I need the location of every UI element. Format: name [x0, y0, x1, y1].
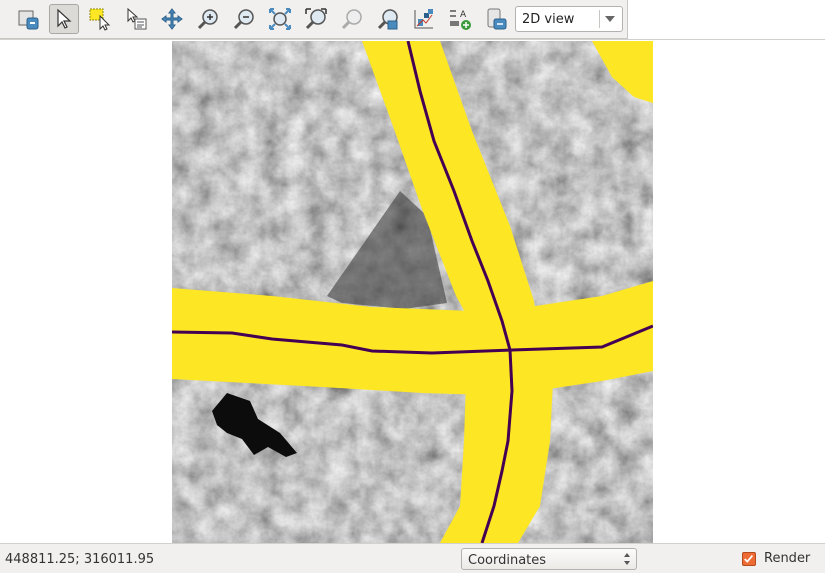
pan-select-tool-button[interactable]	[49, 4, 79, 34]
select-features-button[interactable]	[85, 4, 115, 34]
checkmark-icon	[744, 555, 754, 563]
map-tips-button[interactable]	[481, 4, 511, 34]
zoom-layer-button[interactable]	[301, 4, 331, 34]
zoom-out-button[interactable]	[229, 4, 259, 34]
zoom-last-button[interactable]	[373, 4, 403, 34]
zoom-in-button[interactable]	[193, 4, 223, 34]
status-bar: 448811.25; 316011.95 Coordinates Render	[0, 543, 825, 573]
pan-button[interactable]	[157, 4, 187, 34]
render-label: Render	[764, 551, 811, 566]
pan-icon	[161, 8, 183, 30]
map-theme-button[interactable]	[409, 4, 439, 34]
label-icon: A	[450, 10, 471, 30]
map-theme-icon	[414, 9, 433, 29]
map-toolbar: A 2D view	[0, 0, 628, 39]
identify-button[interactable]	[121, 4, 151, 34]
status-display-mode-select[interactable]: Coordinates	[461, 548, 637, 570]
zoom-last-icon	[377, 9, 398, 30]
status-display-mode-value: Coordinates	[468, 553, 547, 568]
svg-text:A: A	[460, 10, 467, 20]
zoom-full-button[interactable]	[13, 4, 43, 34]
select-features-icon	[89, 8, 111, 31]
map-tips-icon	[487, 8, 507, 30]
spin-arrows-icon	[624, 553, 630, 565]
pan-select-arrow-icon	[57, 8, 72, 29]
coordinates-readout: 448811.25; 316011.95	[5, 552, 155, 567]
view-mode-select[interactable]: 2D view	[515, 6, 623, 32]
chevron-down-icon	[605, 16, 615, 22]
raster-map-view[interactable]	[172, 41, 653, 543]
view-mode-value: 2D view	[522, 12, 575, 27]
zoom-selection-icon	[341, 9, 362, 30]
zoom-selection-button[interactable]	[337, 4, 367, 34]
zoom-out-icon	[233, 9, 254, 30]
zoom-layer-icon	[305, 8, 327, 30]
zoom-full-icon	[18, 10, 39, 30]
zoom-extent-button[interactable]	[265, 4, 295, 34]
render-checkbox[interactable]	[742, 552, 756, 566]
view-mode-divider	[599, 10, 600, 28]
label-button[interactable]: A	[445, 4, 475, 34]
zoom-extent-icon	[269, 8, 291, 30]
identify-icon	[127, 7, 147, 30]
map-render	[172, 41, 653, 543]
zoom-in-icon	[197, 9, 218, 30]
